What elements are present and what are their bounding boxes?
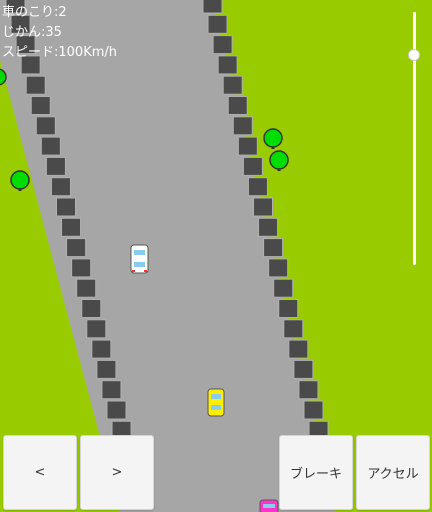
curb-block [298, 380, 319, 400]
curb-block [101, 380, 122, 400]
curb-block [40, 136, 61, 156]
curb-block [283, 319, 304, 339]
curb-block [258, 217, 279, 237]
pink-car-icon [259, 499, 279, 512]
curb-block [71, 258, 92, 278]
cars-remaining-text: 車のこり:2 [2, 5, 67, 20]
curb-block [35, 116, 56, 136]
curb-block [293, 359, 314, 379]
time-text: じかん:35 [2, 25, 62, 40]
steer-right-button[interactable]: > [80, 435, 154, 510]
curb-block [247, 177, 268, 197]
accelerate-button[interactable]: アクセル [356, 435, 430, 510]
curb-block [56, 197, 76, 217]
curb-block [237, 136, 258, 156]
curb-block [86, 319, 107, 339]
player-car-icon [130, 244, 149, 274]
speed-slider-thumb[interactable] [408, 49, 420, 61]
curb-block [106, 400, 127, 420]
curb-block [242, 156, 263, 176]
yellow-car-icon [207, 388, 225, 417]
curb-block [227, 96, 248, 115]
curb-block [45, 156, 66, 176]
curb-block [25, 75, 46, 95]
curb-block [30, 96, 51, 115]
curb-block [217, 55, 238, 75]
curb-block [268, 258, 289, 278]
curb-block [202, 0, 223, 14]
curb-block [232, 116, 253, 136]
curb-block [76, 278, 97, 298]
curb-block [253, 197, 273, 217]
curb-block [81, 299, 102, 318]
curb-block [50, 177, 71, 197]
curb-block [222, 75, 243, 95]
speed-text: スピード:100Km/h [2, 45, 118, 60]
curb-block [273, 278, 294, 298]
curb-block [278, 299, 299, 318]
curb-block [207, 14, 228, 34]
curb-block [212, 35, 233, 55]
curb-block [61, 217, 82, 237]
curb-block [66, 238, 87, 258]
curb-block [263, 238, 284, 258]
brake-button[interactable]: ブレーキ [279, 435, 353, 510]
steer-left-button[interactable]: < [3, 435, 77, 510]
curb-block [96, 359, 117, 379]
curb-block [91, 339, 112, 359]
curb-block [303, 400, 324, 420]
curb-block [288, 339, 309, 359]
